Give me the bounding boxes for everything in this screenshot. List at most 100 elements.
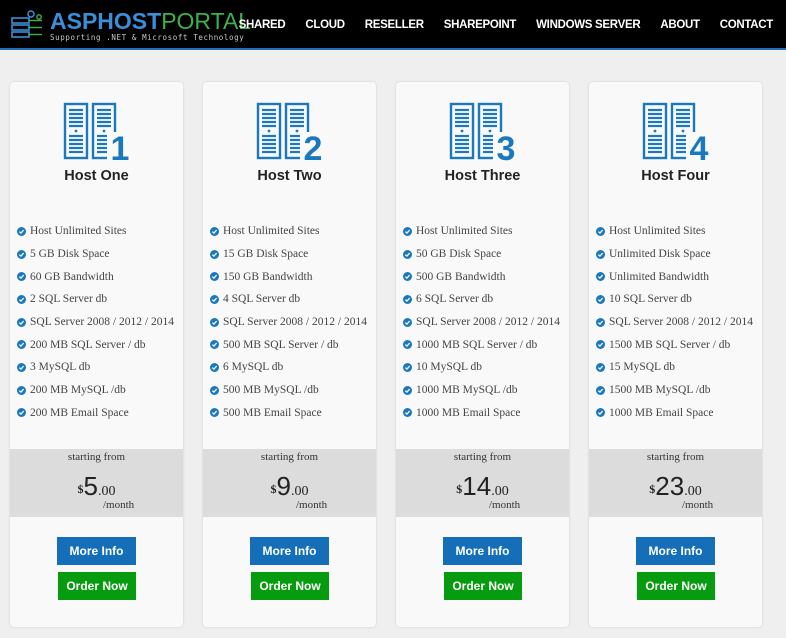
nav-contact[interactable]: CONTACT [720,19,774,31]
starting-from-label: starting from [67,451,126,463]
feature-item: SQL Server 2008 / 2012 / 2014 [17,311,174,334]
feature-text: 15 GB Disk Space [223,248,309,261]
starting-from-label: starting from [260,451,319,463]
feature-text: SQL Server 2008 / 2012 / 2014 [30,316,174,329]
pricing-card-2: 2 Host Two Host Unlimited Sites 15 GB Dis… [203,82,376,627]
logo-text-asphost: ASPHOST [50,8,162,34]
check-circle-icon [17,362,26,372]
feature-text: 1500 MB SQL Server / db [609,338,731,351]
feature-item: Host Unlimited Sites [210,220,367,243]
feature-item: 200 MB MySQL /db [17,379,174,402]
site-logo[interactable]: ASPHOSTPORTAL Supporting .NET & Microsof… [10,8,251,46]
nav-sharepoint[interactable]: SHAREPOINT [444,19,517,31]
feature-item: 15 GB Disk Space [210,243,367,266]
check-circle-icon [596,272,605,282]
more-info-button[interactable]: More Info [443,537,522,565]
price-amount: 14 [462,471,492,501]
feature-item: 500 MB Email Space [210,402,367,425]
server-rack-icon: 3 [449,102,519,168]
price-decimals: .00 [491,484,509,499]
feature-item: 3 MySQL db [17,356,174,379]
feature-item: 1500 MB SQL Server / db [596,333,753,356]
order-now-button[interactable]: Order Now [58,572,136,600]
feature-list: Host Unlimited Sites 5 GB Disk Space 60 GB… [17,220,174,424]
pricing-card-4: 4 Host Four Host Unlimited Sites Unlimite… [589,82,762,627]
server-rack-icon: 2 [256,102,326,168]
feature-item: 10 SQL Server db [596,288,753,311]
main-nav: SHARED CLOUD RESELLER SHAREPOINT WINDOWS… [219,0,774,50]
feature-item: 1500 MB MySQL /db [596,379,753,402]
feature-item: Host Unlimited Sites [17,220,174,243]
check-circle-icon [17,408,26,418]
check-circle-icon [210,272,219,282]
feature-text: 1000 MB MySQL /db [416,384,518,397]
price: $5.00 [10,471,183,501]
check-circle-icon [403,340,412,350]
feature-item: 1000 MB MySQL /db [403,379,560,402]
feature-text: 1500 MB MySQL /db [609,384,711,397]
feature-text: 50 GB Disk Space [416,248,502,261]
price-amount: 5 [83,471,98,501]
price-decimals: .00 [684,484,702,499]
more-info-button[interactable]: More Info [250,537,329,565]
nav-shared[interactable]: SHARED [239,19,286,31]
feature-item: Host Unlimited Sites [596,220,753,243]
feature-text: 6 SQL Server db [416,293,494,306]
check-circle-icon [210,226,219,236]
nav-windows-server[interactable]: WINDOWS SERVER [536,19,641,31]
feature-text: 1000 MB Email Space [416,406,521,419]
feature-text: Host Unlimited Sites [30,225,127,238]
check-circle-icon [210,362,219,372]
check-circle-icon [17,340,26,350]
feature-item: 5 GB Disk Space [17,243,174,266]
check-circle-icon [596,408,605,418]
order-now-button[interactable]: Order Now [251,572,329,600]
feature-item: 4 SQL Server db [210,288,367,311]
feature-list: Host Unlimited Sites 15 GB Disk Space 150 … [210,220,367,424]
plan-title: Host Four [641,168,710,184]
server-rack-icon: 1 [63,102,133,168]
check-circle-icon [210,294,219,304]
feature-text: 5 GB Disk Space [30,248,110,261]
feature-text: 500 MB Email Space [223,406,322,419]
price: $23.00 [589,471,762,501]
check-circle-icon [210,340,219,350]
plan-number: 2 [304,130,323,162]
check-circle-icon [17,294,26,304]
feature-item: SQL Server 2008 / 2012 / 2014 [596,311,753,334]
price-amount: 9 [276,471,291,501]
feature-text: Host Unlimited Sites [609,225,706,238]
price-box: starting from $9.00 /month [203,449,376,517]
plan-title: Host Two [257,168,322,184]
feature-text: 6 MySQL db [223,361,284,374]
pricing-card-1: 1 Host One Host Unlimited Sites 5 GB Disk… [10,82,183,627]
starting-from-label: starting from [646,451,705,463]
check-circle-icon [403,362,412,372]
feature-text: SQL Server 2008 / 2012 / 2014 [416,316,560,329]
feature-text: 200 MB Email Space [30,406,129,419]
more-info-button[interactable]: More Info [57,537,136,565]
feature-list: Host Unlimited Sites Unlimited Disk Space… [596,220,753,424]
feature-text: Host Unlimited Sites [223,225,320,238]
feature-item: 2 SQL Server db [17,288,174,311]
plan-number: 3 [497,130,516,162]
feature-text: 200 MB SQL Server / db [30,338,146,351]
plan-number: 1 [111,130,130,162]
nav-cloud[interactable]: CLOUD [305,19,345,31]
feature-text: 60 GB Bandwidth [30,270,114,283]
price-period: /month [682,499,714,511]
check-circle-icon [17,385,26,395]
feature-item: Host Unlimited Sites [403,220,560,243]
more-info-button[interactable]: More Info [636,537,715,565]
check-circle-icon [17,272,26,282]
feature-item: 6 SQL Server db [403,288,560,311]
price: $14.00 [396,471,569,501]
nav-reseller[interactable]: RESELLER [365,19,424,31]
feature-text: 15 MySQL db [609,361,676,374]
check-circle-icon [17,249,26,259]
nav-about[interactable]: ABOUT [660,19,700,31]
feature-item: 1000 MB SQL Server / db [403,333,560,356]
order-now-button[interactable]: Order Now [637,572,715,600]
order-now-button[interactable]: Order Now [444,572,522,600]
price-period: /month [103,499,135,511]
